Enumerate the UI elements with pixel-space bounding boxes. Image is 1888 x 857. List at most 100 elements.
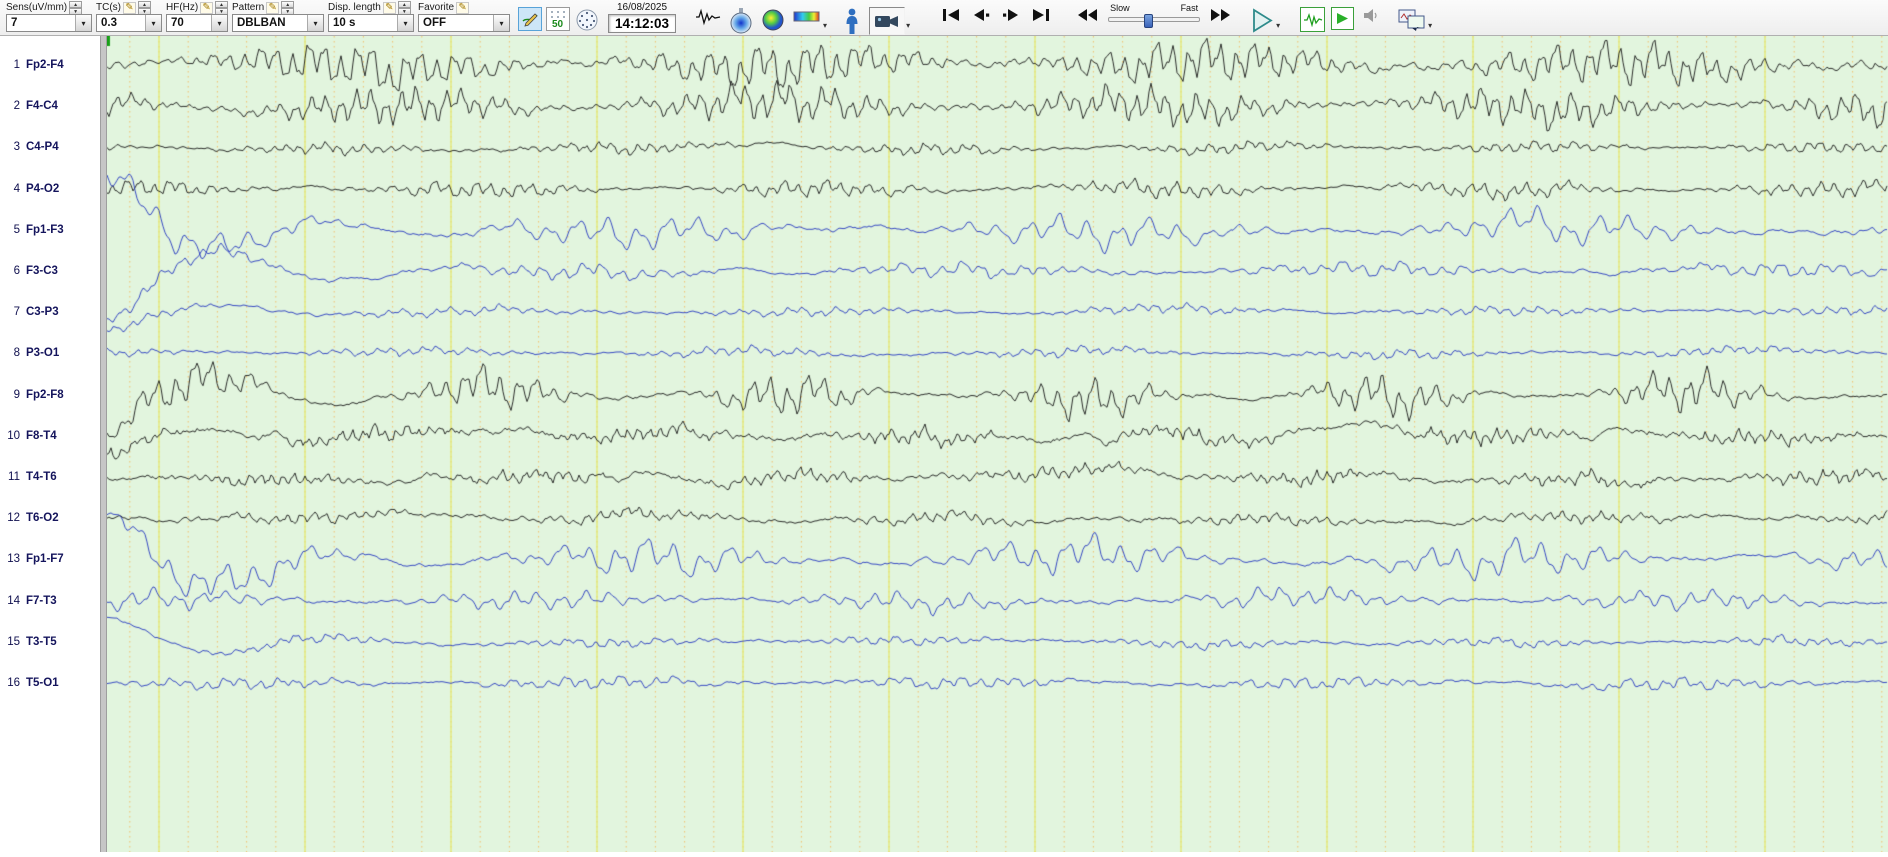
chevron-down-icon[interactable]: ▾ xyxy=(211,15,227,31)
favorite-select[interactable]: OFF ▾ xyxy=(418,14,510,32)
dual-display-button[interactable] xyxy=(1397,7,1427,33)
skip-to-end-button[interactable] xyxy=(1030,7,1052,23)
channel-row-F4-C4[interactable]: 2 F4-C4 xyxy=(0,97,100,115)
channel-row-Fp2-F4[interactable]: 1 Fp2-F4 xyxy=(0,56,100,74)
chevron-down-icon[interactable]: ▾ xyxy=(397,15,413,31)
display-length-spinner[interactable]: ▲ ▼ xyxy=(397,0,411,15)
highfreq-value: 70 xyxy=(171,17,184,29)
favorite-value: OFF xyxy=(423,17,446,29)
channel-row-T6-O2[interactable]: 12 T6-O2 xyxy=(0,509,100,527)
step-forward-button[interactable] xyxy=(1000,7,1022,23)
notch-filter-value: 50 xyxy=(552,19,564,29)
review-eeg-button[interactable] xyxy=(1300,7,1326,32)
chevron-down-icon[interactable]: ▾ xyxy=(145,15,161,31)
speed-fast-label: Fast xyxy=(1180,3,1199,13)
play-review-button[interactable] xyxy=(1331,7,1355,30)
chevron-down-icon[interactable]: ▾ xyxy=(307,15,323,31)
channel-label: Fp1-F7 xyxy=(26,553,64,566)
highfreq-spinner[interactable]: ▲ ▼ xyxy=(215,0,228,15)
highfreq-select[interactable]: 70 ▾ xyxy=(166,14,228,32)
channel-row-T3-T5[interactable]: 15 T3-T5 xyxy=(0,633,100,651)
channel-row-P4-O2[interactable]: 4 P4-O2 xyxy=(0,180,100,198)
channel-row-Fp1-F7[interactable]: 13 Fp1-F7 xyxy=(0,550,100,568)
display-length-select[interactable]: 10 s ▾ xyxy=(328,14,414,32)
vertical-scrollbar[interactable] xyxy=(100,36,107,852)
chevron-down-icon[interactable]: ▾ xyxy=(75,15,91,31)
chevron-down-icon[interactable]: ▾ xyxy=(823,21,827,30)
channel-number: 11 xyxy=(8,471,20,483)
channel-row-C4-P4[interactable]: 3 C4-P4 xyxy=(0,138,100,156)
channel-number: 5 xyxy=(13,223,20,236)
eeg-trace-canvas[interactable] xyxy=(107,36,1888,852)
chevron-down-icon[interactable]: ▾ xyxy=(906,21,910,30)
edit-pencil-icon[interactable]: ✎ xyxy=(456,1,470,14)
spin-up-icon[interactable]: ▲ xyxy=(397,0,411,8)
pattern-spinner[interactable]: ▲ ▼ xyxy=(281,0,295,15)
spin-up-icon[interactable]: ▲ xyxy=(138,0,151,8)
video-button[interactable] xyxy=(869,7,906,35)
sensitivity-spinner[interactable]: ▲ ▼ xyxy=(69,0,83,15)
pattern-value: DBLBAN xyxy=(237,17,286,29)
eeg-trace-area xyxy=(107,36,1888,852)
step-forward-icon xyxy=(1003,9,1019,21)
timeconstant-select[interactable]: 0.3 ▾ xyxy=(96,14,162,32)
channel-number: 10 xyxy=(7,429,20,442)
chevron-down-icon[interactable]: ▾ xyxy=(493,15,509,31)
sensitivity-select[interactable]: 7 ▾ xyxy=(6,14,92,32)
channel-number: 2 xyxy=(13,100,20,113)
edit-pencil-icon[interactable]: ✎ xyxy=(266,1,280,14)
electrode-map-button[interactable] xyxy=(574,7,600,33)
channel-number: 16 xyxy=(7,677,20,689)
edit-pencil-icon[interactable]: ✎ xyxy=(200,1,213,14)
rewind-icon xyxy=(1078,9,1098,21)
skip-to-end-icon xyxy=(1033,9,1050,21)
channel-row-T4-T6[interactable]: 11 T4-T6 xyxy=(0,468,100,486)
annotation-pen-button[interactable] xyxy=(518,7,542,31)
channel-row-T5-O1[interactable]: 16 T5-O1 xyxy=(0,674,100,692)
chevron-down-icon[interactable]: ▾ xyxy=(1276,21,1280,30)
chevron-down-icon[interactable]: ▾ xyxy=(1428,21,1432,30)
step-back-button[interactable] xyxy=(970,7,992,23)
record-date: 16/08/2025 xyxy=(616,2,668,13)
notch-filter-50-button[interactable]: 50 xyxy=(546,7,570,31)
3d-map-button[interactable] xyxy=(760,7,786,33)
timeconstant-label: TC(s) xyxy=(96,2,121,13)
channel-number: 9 xyxy=(13,388,20,401)
channel-label: T5-O1 xyxy=(26,677,59,689)
play-button[interactable] xyxy=(1250,7,1275,34)
annotation-pen-icon xyxy=(522,13,538,27)
channel-row-C3-P3[interactable]: 7 C3-P3 xyxy=(0,303,100,321)
channel-label: C3-P3 xyxy=(26,306,59,319)
topography-map-button[interactable] xyxy=(728,7,754,35)
speed-slider-thumb[interactable] xyxy=(1144,14,1154,28)
rewind-button[interactable] xyxy=(1076,7,1100,23)
green-eeg-wave-icon xyxy=(1303,12,1322,27)
speed-slider[interactable]: Slow Fast xyxy=(1108,3,1201,28)
speaker-icon xyxy=(1364,9,1377,22)
channel-row-Fp2-F8[interactable]: 9 Fp2-F8 xyxy=(0,386,100,404)
channel-row-P3-O1[interactable]: 8 P3-O1 xyxy=(0,344,100,362)
fast-forward-button[interactable] xyxy=(1208,7,1232,23)
spin-up-icon[interactable]: ▲ xyxy=(69,0,83,8)
favorite-group: Favorite ✎ OFF ▾ xyxy=(418,1,510,32)
pattern-select[interactable]: DBLBAN ▾ xyxy=(232,14,324,32)
skip-to-start-button[interactable] xyxy=(940,7,962,23)
edit-pencil-icon[interactable]: ✎ xyxy=(123,1,136,14)
spin-up-icon[interactable]: ▲ xyxy=(281,0,295,8)
speed-slider-track[interactable] xyxy=(1108,17,1201,22)
patient-info-button[interactable] xyxy=(843,7,861,36)
pattern-label: Pattern xyxy=(232,2,265,13)
eeg-view-button[interactable] xyxy=(694,7,722,27)
notch-filter-50-icon: 50 xyxy=(551,11,565,29)
colormap-button[interactable] xyxy=(792,7,822,25)
audio-button[interactable] xyxy=(1362,7,1381,24)
spin-up-icon[interactable]: ▲ xyxy=(215,0,228,8)
channel-row-F3-C3[interactable]: 6 F3-C3 xyxy=(0,262,100,280)
channel-row-Fp1-F3[interactable]: 5 Fp1-F3 xyxy=(0,221,100,239)
channel-label: P3-O1 xyxy=(26,347,60,360)
topography-head-icon xyxy=(730,8,752,34)
channel-row-F7-T3[interactable]: 14 F7-T3 xyxy=(0,592,100,610)
channel-row-F8-T4[interactable]: 10 F8-T4 xyxy=(0,427,100,445)
edit-pencil-icon[interactable]: ✎ xyxy=(382,1,396,14)
timeconstant-spinner[interactable]: ▲ ▼ xyxy=(138,0,151,15)
